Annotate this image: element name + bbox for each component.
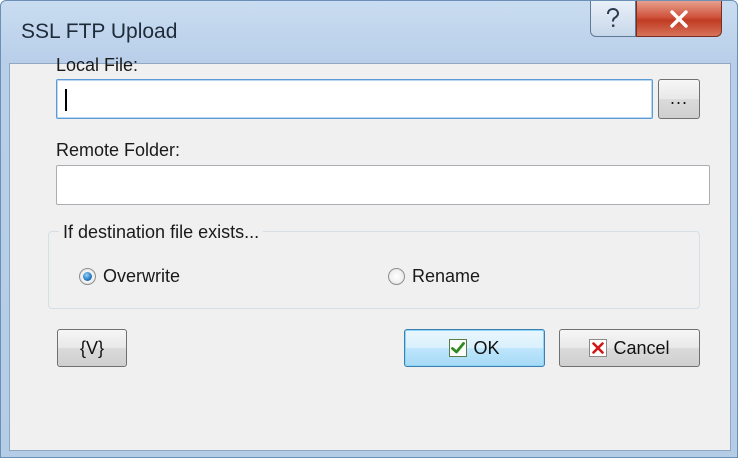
cancel-button-label: Cancel (613, 337, 670, 358)
title-bar[interactable]: SSL FTP Upload (1, 1, 737, 63)
remote-folder-input[interactable] (56, 165, 710, 205)
text-caret (65, 89, 67, 111)
dialog-window: SSL FTP Upload Local File: ... Remote Fo… (0, 0, 738, 458)
help-button[interactable] (590, 1, 636, 37)
variables-button[interactable]: {V} (57, 329, 127, 367)
overwrite-radio-label[interactable]: Overwrite (103, 266, 180, 287)
rename-radio-option[interactable]: Rename (388, 266, 480, 287)
ok-button[interactable]: OK (404, 329, 545, 367)
cancel-x-icon (589, 339, 608, 357)
rename-radio-label[interactable]: Rename (412, 266, 480, 287)
variables-button-label: {V} (79, 337, 105, 358)
destination-group-legend: If destination file exists... (59, 222, 264, 243)
radio-selected-dot (83, 272, 92, 281)
overwrite-radio-option[interactable]: Overwrite (79, 266, 180, 287)
checkmark-icon (449, 339, 468, 357)
close-x-icon (670, 9, 688, 28)
browse-button-label: ... (669, 88, 688, 108)
cancel-button[interactable]: Cancel (559, 329, 700, 367)
browse-button[interactable]: ... (658, 79, 700, 119)
window-title: SSL FTP Upload (21, 20, 178, 43)
rename-radio-button[interactable] (388, 268, 405, 285)
local-file-label: Local File: (56, 55, 139, 75)
question-mark-icon (607, 7, 620, 27)
close-button[interactable] (636, 1, 722, 37)
remote-folder-label: Remote Folder: (56, 140, 181, 160)
overwrite-radio-button[interactable] (79, 268, 96, 285)
ok-button-label: OK (473, 337, 500, 358)
local-file-input[interactable] (56, 79, 653, 119)
